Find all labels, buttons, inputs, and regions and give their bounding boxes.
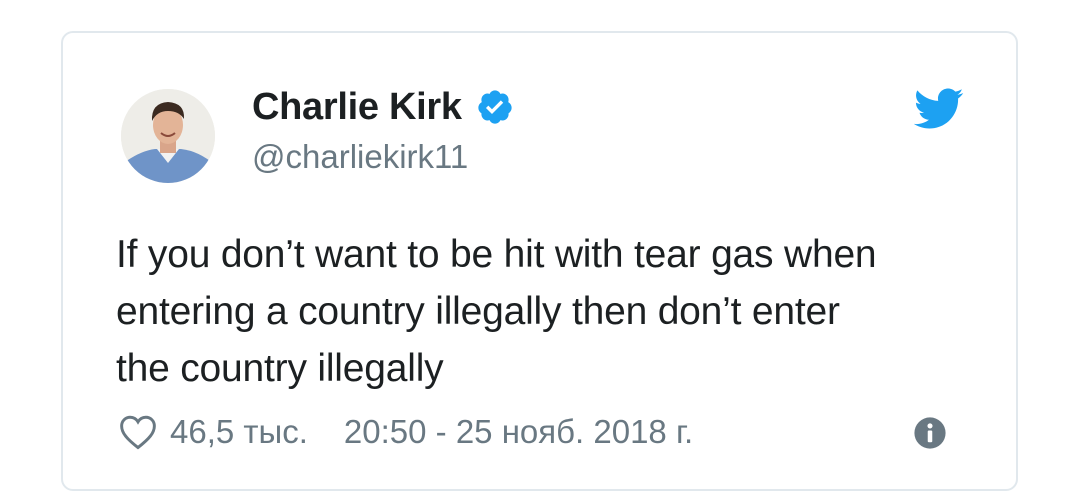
heart-icon[interactable] bbox=[118, 414, 158, 450]
tweet-text-line: the country illegally bbox=[116, 347, 444, 390]
tweet-text-line: If you don’t want to be hit with tear ga… bbox=[116, 233, 877, 276]
tweet-timestamp[interactable]: 20:50 - 25 нояб. 2018 г. bbox=[344, 413, 693, 451]
info-icon[interactable] bbox=[913, 416, 947, 450]
author-avatar[interactable] bbox=[121, 89, 215, 183]
tweet-text-line: entering a country illegally then don’t … bbox=[116, 290, 840, 333]
tweet-footer: 46,5 тыс. 20:50 - 25 нояб. 2018 г. bbox=[118, 408, 693, 456]
author-row: Charlie Kirk bbox=[252, 84, 514, 130]
like-count[interactable]: 46,5 тыс. bbox=[170, 413, 308, 451]
verified-badge-icon bbox=[476, 88, 514, 126]
author-name[interactable]: Charlie Kirk bbox=[252, 86, 462, 129]
twitter-bird-icon[interactable] bbox=[913, 88, 964, 130]
author-handle[interactable]: @charliekirk11 bbox=[252, 138, 468, 176]
tweet-text: If you don’t want to be hit with tear ga… bbox=[116, 226, 996, 397]
